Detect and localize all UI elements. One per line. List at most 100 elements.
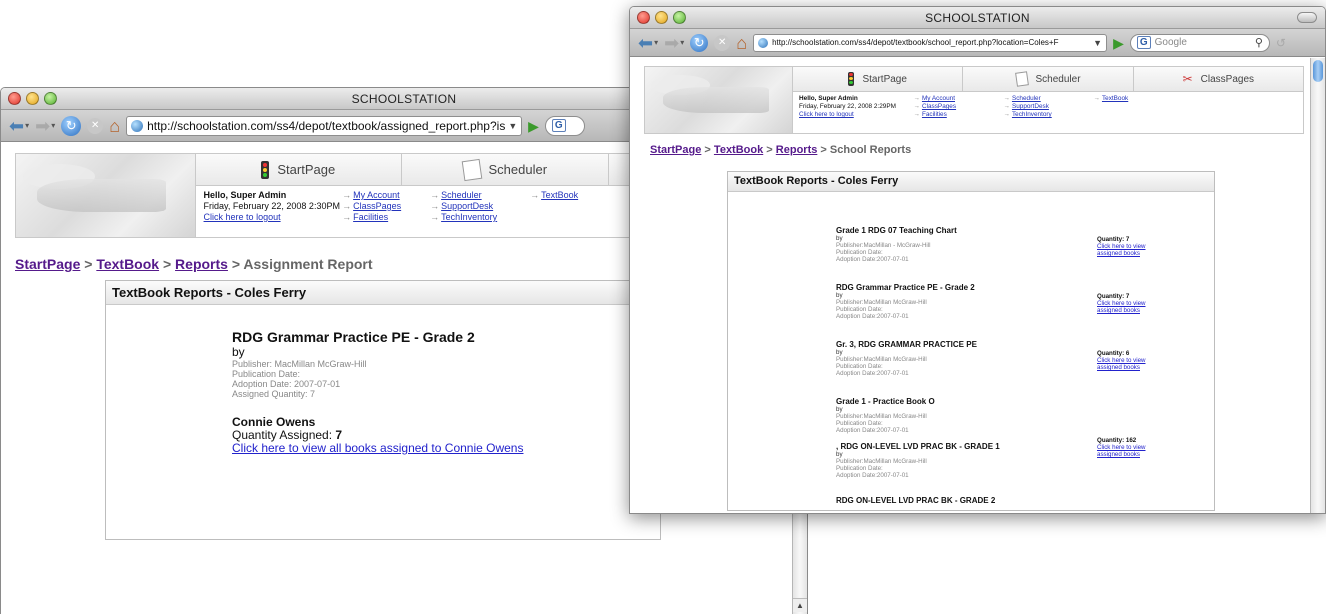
breadcrumb-textbook[interactable]: TextBook	[714, 144, 763, 156]
reload-button[interactable]: ↻	[690, 33, 709, 52]
home-button[interactable]: ⌂	[109, 116, 120, 136]
browser-window-school-reports[interactable]: SCHOOLSTATION ⬅ ▾ ➡ ▾ ↻ ✕ ⌂ http://schools…	[629, 6, 1326, 514]
back-button[interactable]: ⬅ ▾	[638, 33, 658, 53]
address-dropdown-icon[interactable]: ▼	[505, 121, 517, 131]
forward-button[interactable]: ➡ ▾	[35, 116, 55, 136]
quantity-block: Quantity: 162 Click here to view assigne…	[1097, 437, 1159, 458]
toolbar-toggle-button[interactable]	[1297, 12, 1317, 23]
book-assigned-quantity: Assigned Quantity: 7	[232, 389, 316, 399]
logout-link[interactable]: Click here to logout	[799, 111, 854, 118]
link-classpages[interactable]: ClassPages	[353, 201, 401, 211]
report-panel: TextBook Reports - Coles Ferry RDG Gramm…	[105, 280, 661, 540]
view-assigned-books-link[interactable]: Click here to view assigned books	[1097, 300, 1159, 314]
stop-button[interactable]: ✕	[87, 117, 104, 134]
tab-scheduler-label: Scheduler	[1035, 73, 1081, 85]
home-icon: ⌂	[736, 32, 748, 53]
google-icon: G	[1136, 36, 1151, 49]
notepad-icon	[1014, 71, 1029, 87]
link-supportdesk[interactable]: SupportDesk	[441, 201, 493, 211]
list-item: RDG ON-LEVEL LVD PRAC BK - GRADE 2	[836, 496, 995, 505]
breadcrumb-reports[interactable]: Reports	[175, 256, 228, 272]
link-facilities[interactable]: Facilities	[922, 111, 947, 118]
stop-button[interactable]: ✕	[714, 34, 731, 51]
window-controls	[637, 11, 686, 24]
reload-button[interactable]: ↻	[61, 115, 82, 136]
back-button[interactable]: ⬅ ▾	[9, 116, 29, 136]
window-controls	[8, 92, 57, 105]
link-classpages[interactable]: ClassPages	[922, 103, 956, 110]
schoolstation-logo[interactable]	[16, 154, 196, 237]
book-title: , RDG ON-LEVEL LVD PRAC BK - GRADE 1	[836, 442, 1000, 451]
snapback-icon: ↺	[1275, 35, 1286, 50]
tab-startpage[interactable]: StartPage	[793, 67, 964, 91]
search-icon: ⚲	[1254, 37, 1263, 49]
link-techinventory[interactable]: TechInventory	[1012, 111, 1052, 118]
link-textbook[interactable]: TextBook	[1102, 95, 1128, 102]
view-assigned-books-link[interactable]: Click here to view assigned books	[1097, 444, 1159, 458]
tab-classpages-label: ClassPages	[1200, 73, 1255, 85]
home-icon: ⌂	[109, 115, 121, 136]
minimize-window-button[interactable]	[655, 11, 668, 24]
link-my-account[interactable]: My Account	[922, 95, 955, 102]
assignee-details: Connie Owens Quantity Assigned: 7 Click …	[232, 416, 523, 455]
close-window-button[interactable]	[637, 11, 650, 24]
link-textbook[interactable]: TextBook	[541, 190, 578, 200]
forward-button[interactable]: ➡ ▾	[664, 33, 684, 53]
address-dropdown-icon[interactable]: ▼	[1090, 38, 1102, 48]
tab-scheduler[interactable]: Scheduler	[963, 67, 1134, 91]
link-scheduler[interactable]: Scheduler	[1012, 95, 1041, 102]
view-assigned-books-link[interactable]: Click here to view assigned books	[1097, 243, 1159, 257]
greeting-text: Hello, Super Admin	[799, 95, 858, 102]
quick-links-col3: → TextBook	[530, 190, 579, 200]
traffic-light-icon	[848, 72, 855, 86]
breadcrumb-textbook[interactable]: TextBook	[96, 256, 159, 272]
title-bar[interactable]: SCHOOLSTATION	[630, 7, 1325, 29]
go-button[interactable]: ▶	[1113, 33, 1124, 53]
link-scheduler[interactable]: Scheduler	[441, 190, 482, 200]
browser-toolbar: ⬅ ▾ ➡ ▾ ↻ ✕ ⌂ http://schoolstation.com/ss4…	[630, 29, 1325, 57]
logout-link[interactable]: Click here to logout	[204, 212, 281, 222]
zoom-window-button[interactable]	[673, 11, 686, 24]
view-assigned-books-link[interactable]: Click here to view all books assigned to…	[232, 441, 523, 455]
address-bar[interactable]: http://schoolstation.com/ss4/depot/textb…	[126, 115, 523, 136]
link-supportdesk[interactable]: SupportDesk	[1012, 103, 1049, 110]
stop-icon: ✕	[718, 36, 727, 48]
page-viewport: StartPage Scheduler ✂ ClassPages Hello, …	[630, 58, 1310, 513]
breadcrumb-startpage[interactable]: StartPage	[15, 256, 80, 272]
stop-icon: ✕	[91, 119, 100, 131]
zoom-window-button[interactable]	[44, 92, 57, 105]
vertical-scrollbar[interactable]	[1310, 58, 1325, 513]
scroll-up-arrow-icon[interactable]: ▲	[793, 598, 807, 612]
tab-scheduler[interactable]: Scheduler	[402, 154, 609, 185]
quantity-label: Quantity: 6	[1097, 350, 1130, 357]
book-by: by	[232, 345, 245, 359]
minimize-window-button[interactable]	[26, 92, 39, 105]
close-window-button[interactable]	[8, 92, 21, 105]
snapback-button[interactable]: ↺	[1276, 33, 1286, 53]
current-date: Friday, February 22, 2008 2:29PM	[799, 103, 896, 110]
breadcrumb-reports[interactable]: Reports	[776, 144, 818, 156]
forward-arrow-icon: ➡	[664, 32, 680, 53]
breadcrumb-startpage[interactable]: StartPage	[650, 144, 701, 156]
tab-classpages[interactable]: ✂ ClassPages	[1134, 67, 1303, 91]
schoolstation-logo[interactable]	[645, 67, 794, 133]
book-title: RDG Grammar Practice PE - Grade 2	[232, 329, 475, 345]
breadcrumb: StartPage > TextBook > Reports > School …	[650, 144, 912, 156]
address-bar[interactable]: http://schoolstation.com/ss4/depot/textb…	[753, 33, 1108, 52]
assignee-qty-value: 7	[335, 428, 343, 442]
list-item: RDG Grammar Practice PE - Grade 2 by Pub…	[836, 283, 975, 320]
link-my-account[interactable]: My Account	[353, 190, 400, 200]
report-panel-title: TextBook Reports - Coles Ferry	[728, 172, 1214, 192]
go-button[interactable]: ▶	[528, 116, 539, 136]
tab-startpage-label: StartPage	[277, 162, 336, 177]
google-icon: G	[551, 119, 566, 132]
tab-startpage[interactable]: StartPage	[196, 154, 403, 185]
search-box[interactable]: G Google ⚲	[1129, 33, 1270, 52]
view-assigned-books-link[interactable]: Click here to view assigned books	[1097, 357, 1159, 371]
link-facilities[interactable]: Facilities	[353, 212, 388, 222]
search-box[interactable]: G	[544, 115, 585, 136]
link-techinventory[interactable]: TechInventory	[441, 212, 497, 222]
address-bar-url: http://schoolstation.com/ss4/depot/textb…	[772, 38, 1059, 47]
home-button[interactable]: ⌂	[736, 33, 747, 53]
scrollbar-thumb[interactable]	[1313, 60, 1323, 82]
